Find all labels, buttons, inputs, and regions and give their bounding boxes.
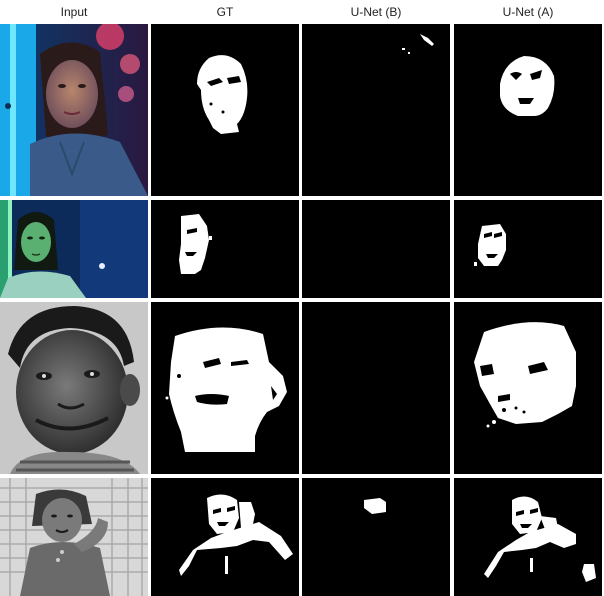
input-image-row-2 [0,200,148,298]
gt-mask-row-1 [151,24,299,196]
unet-b-mask-row-1 [302,24,450,196]
unet-b-mask-row-3 [302,302,450,474]
gt-mask-row-2 [151,200,299,298]
input-image-row-4 [0,478,148,596]
input-image-row-3 [0,302,148,474]
unet-a-mask-row-1 [454,24,602,196]
unet-b-mask-row-4 [302,478,450,596]
gt-mask-row-3 [151,302,299,474]
unet-a-mask-row-4 [454,478,602,596]
column-header-unet-a: U-Net (A) [502,5,554,19]
column-header-unet-b: U-Net (B) [350,5,402,19]
column-header-input: Input [60,5,88,19]
unet-b-mask-row-2 [302,200,450,298]
unet-a-mask-row-3 [454,302,602,474]
column-header-gt: GT [216,5,234,19]
input-image-row-1 [0,24,148,196]
unet-a-mask-row-2 [454,200,602,298]
gt-mask-row-4 [151,478,299,596]
